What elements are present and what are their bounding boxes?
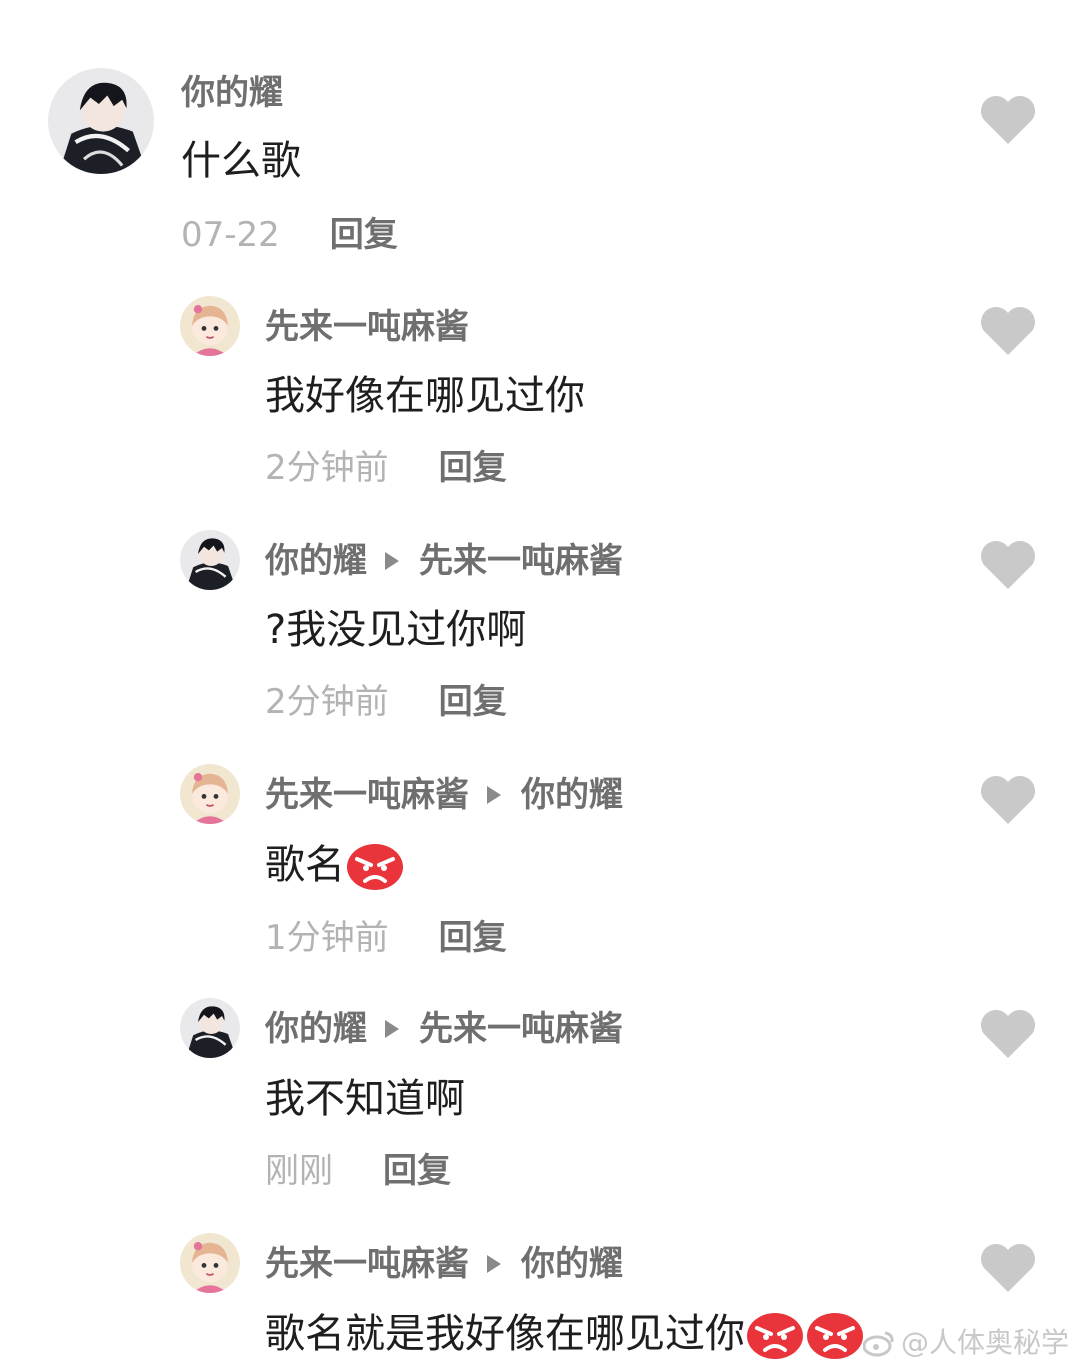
comment-time: 2分钟前 [265, 682, 389, 722]
girl-avatar-icon [180, 1233, 240, 1293]
reply-button[interactable]: 回复 [439, 917, 507, 959]
weibo-logo-icon [862, 1329, 895, 1357]
comment-author[interactable]: 先来一吨麻酱 你的耀 [265, 774, 623, 816]
reply-button[interactable]: 回复 [330, 214, 398, 256]
boy-avatar-icon [180, 998, 240, 1058]
comment-text: 歌名 [265, 839, 405, 891]
watermark: @人体奥秘学 [862, 1326, 1069, 1360]
triangle-right-icon [487, 1255, 501, 1273]
comment-text: 歌名就是我好像在哪见过你 [265, 1308, 865, 1360]
avatar[interactable] [180, 296, 240, 356]
comment-author[interactable]: 你的耀 [181, 72, 283, 114]
heart-icon[interactable] [978, 1242, 1038, 1294]
avatar[interactable] [180, 764, 240, 824]
reply-button[interactable]: 回复 [383, 1150, 451, 1192]
reply-to-name[interactable]: 先来一吨麻酱 [419, 540, 623, 582]
comment-text-content: ?我没见过你啊 [265, 607, 527, 653]
comment-text-content: 歌名就是我好像在哪见过你 [265, 1311, 745, 1357]
comment-time: 刚刚 [265, 1151, 333, 1191]
comment-text-content: 我不知道啊 [265, 1076, 465, 1122]
author-name[interactable]: 先来一吨麻酱 [265, 306, 469, 348]
boy-avatar-icon [180, 530, 240, 590]
comment-meta: 2分钟前 回复 [265, 447, 507, 489]
triangle-right-icon [385, 1020, 399, 1038]
top-bar [0, 0, 1079, 30]
reply-button[interactable]: 回复 [439, 447, 507, 489]
comment-text: ?我没见过你啊 [265, 605, 526, 655]
girl-avatar-icon [180, 296, 240, 356]
comment-meta: 刚刚 回复 [265, 1150, 451, 1192]
triangle-right-icon [487, 786, 501, 804]
comment-text: 我不知道啊 [265, 1074, 465, 1124]
angry-face-emoji-icon [345, 839, 405, 891]
author-name[interactable]: 先来一吨麻酱 [265, 1243, 469, 1285]
author-name[interactable]: 你的耀 [181, 72, 283, 114]
heart-icon[interactable] [978, 94, 1038, 146]
girl-avatar-icon [180, 764, 240, 824]
heart-icon[interactable] [978, 305, 1038, 357]
comment-time: 2分钟前 [265, 448, 389, 488]
comment-meta: 2分钟前 回复 [265, 681, 507, 723]
author-name[interactable]: 先来一吨麻酱 [265, 774, 469, 816]
watermark-text: @人体奥秘学 [900, 1326, 1069, 1359]
reply-button[interactable]: 回复 [439, 681, 507, 723]
comment-text-content: 什么歌 [181, 138, 301, 184]
angry-face-emoji-icon [745, 1308, 805, 1360]
comment-author[interactable]: 你的耀 先来一吨麻酱 [265, 1008, 623, 1050]
heart-icon[interactable] [978, 774, 1038, 826]
avatar[interactable] [180, 998, 240, 1058]
reply-to-name[interactable]: 先来一吨麻酱 [419, 1008, 623, 1050]
avatar[interactable] [180, 530, 240, 590]
comment-text: 什么歌 [181, 136, 301, 186]
comment-author[interactable]: 先来一吨麻酱 你的耀 [265, 1243, 623, 1285]
comment-text-content: 歌名 [265, 842, 345, 888]
avatar[interactable] [48, 68, 154, 174]
angry-face-emoji-icon [805, 1308, 865, 1360]
comment-text: 我好像在哪见过你 [265, 371, 585, 421]
comment-time: 1分钟前 [265, 918, 389, 958]
comment-meta: 07-22 回复 [181, 214, 398, 256]
reply-to-name[interactable]: 你的耀 [521, 774, 623, 816]
reply-to-name[interactable]: 你的耀 [521, 1243, 623, 1285]
author-name[interactable]: 你的耀 [265, 1008, 367, 1050]
comment-author[interactable]: 先来一吨麻酱 [265, 306, 469, 348]
close-icon[interactable] [982, 0, 1022, 10]
comment-author[interactable]: 你的耀 先来一吨麻酱 [265, 540, 623, 582]
comment-time: 07-22 [181, 215, 280, 255]
author-name[interactable]: 你的耀 [265, 540, 367, 582]
heart-icon[interactable] [978, 1008, 1038, 1060]
boy-avatar-icon [48, 68, 154, 174]
comment-text-content: 我好像在哪见过你 [265, 373, 585, 419]
avatar[interactable] [180, 1233, 240, 1293]
comment-meta: 1分钟前 回复 [265, 917, 507, 959]
heart-icon[interactable] [978, 539, 1038, 591]
triangle-right-icon [385, 552, 399, 570]
